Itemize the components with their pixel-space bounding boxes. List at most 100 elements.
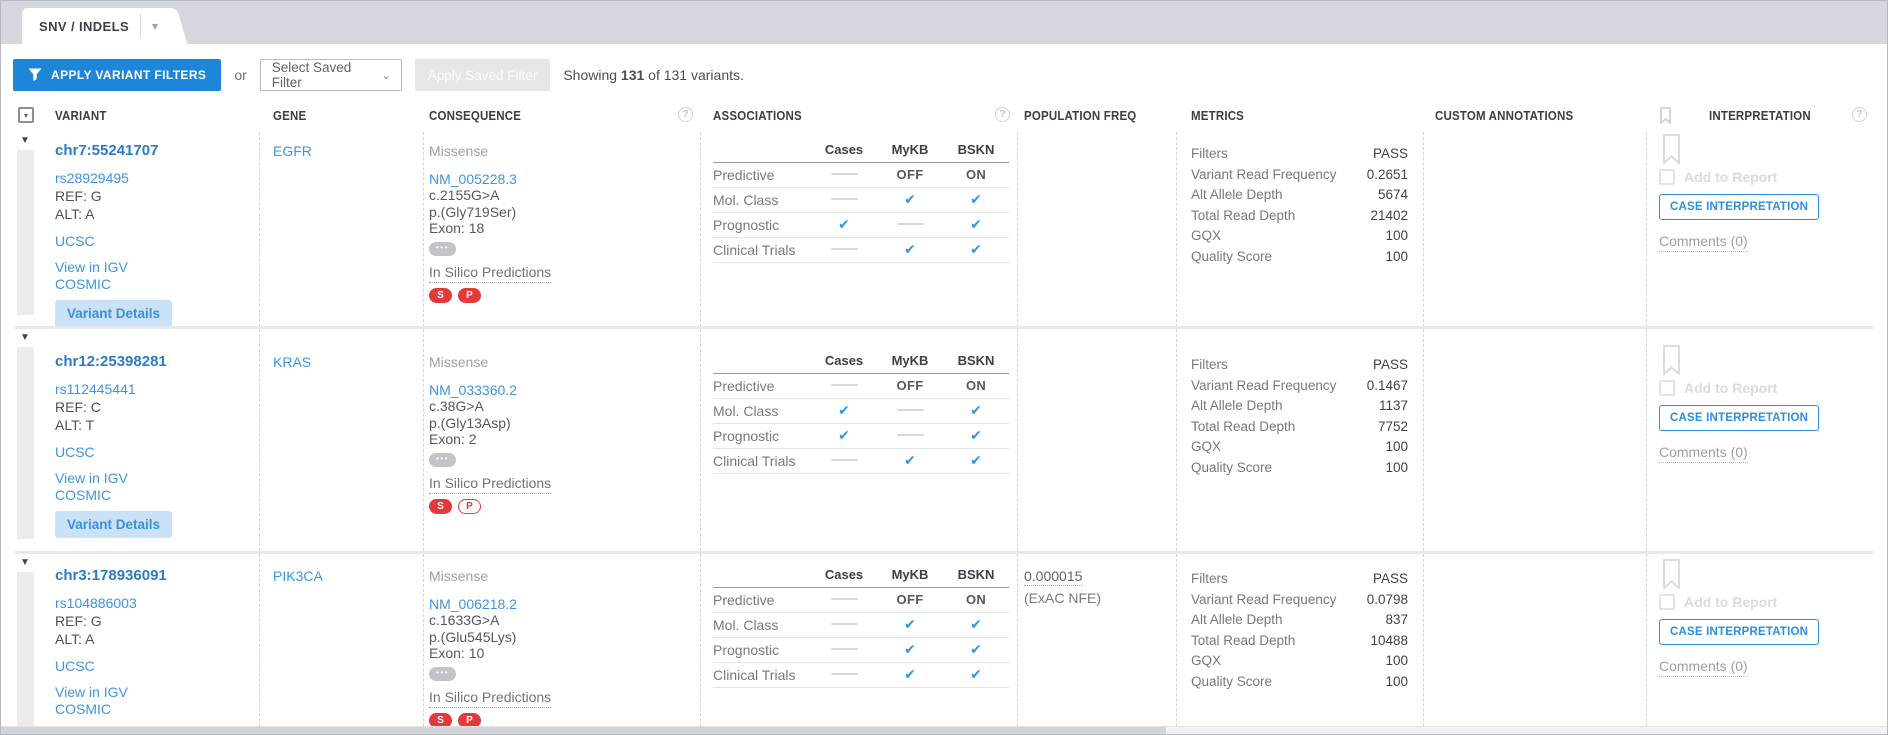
horizontal-scrollbar[interactable] [1, 726, 1887, 734]
comments-link[interactable]: Comments (0) [1659, 233, 1748, 252]
bookmark-icon[interactable] [1661, 134, 1682, 164]
select-all-checkbox[interactable]: ▾ [18, 107, 34, 123]
interpretation-help-icon[interactable]: ? [1852, 107, 1867, 122]
view-in-igv-link[interactable]: View in IGV [55, 259, 259, 276]
tab-bar: SNV / INDELS ▾ [1, 1, 1887, 44]
add-to-report-checkbox[interactable] [1659, 594, 1675, 610]
more-transcripts-icon[interactable]: ••• [429, 242, 456, 256]
more-transcripts-icon[interactable]: ••• [429, 453, 456, 467]
assoc-mark [831, 648, 858, 650]
polyphen-badge[interactable]: P [458, 499, 481, 514]
gene-cell: EGFR [260, 132, 424, 326]
more-transcripts-icon[interactable]: ••• [429, 667, 456, 681]
row-selection-strip[interactable] [17, 347, 34, 539]
metrics-cell: FiltersPASS Variant Read Frequency0.2651… [1177, 132, 1424, 326]
protein-change: p.(Gly719Ser) [429, 204, 700, 220]
column-header-variant[interactable]: VARIANT [51, 107, 260, 132]
variant-rsid-link[interactable]: rs112445441 [55, 381, 259, 398]
row-expander-icon[interactable]: ▼ [20, 558, 30, 568]
metric-label: Total Read Depth [1191, 631, 1295, 652]
apply-variant-filters-button[interactable]: APPLY VARIANT FILTERS [13, 59, 221, 91]
assoc-mark: ✔ [970, 616, 982, 632]
consequence-cell: Missense NM_033360.2 c.38G>A p.(Gly13Asp… [424, 329, 701, 551]
interpretation-cell: Add to Report CASE INTERPRETATION Commen… [1647, 329, 1873, 551]
add-to-report-label: Add to Report [1684, 169, 1777, 185]
row-expander-icon[interactable]: ▼ [20, 136, 30, 146]
comments-link[interactable]: Comments (0) [1659, 658, 1748, 677]
assoc-mark: ✔ [838, 216, 850, 232]
variant-rsid-link[interactable]: rs28929495 [55, 170, 259, 187]
metric-value: 0.1467 [1367, 376, 1408, 397]
select-all-caret-icon: ▾ [24, 111, 28, 120]
horizontal-scrollbar-thumb[interactable] [1, 727, 1166, 734]
ucsc-link[interactable]: UCSC [55, 233, 259, 250]
variant-position-link[interactable]: chr3:178936091 [55, 567, 259, 585]
row-selection-strip[interactable] [17, 572, 34, 728]
row-selection-strip[interactable] [17, 150, 34, 315]
metric-label: GQX [1191, 651, 1221, 672]
column-header-associations[interactable]: ASSOCIATIONS? [701, 107, 1018, 132]
column-header-metrics[interactable]: METRICS [1177, 107, 1424, 132]
assoc-mark: ✔ [970, 427, 982, 443]
column-header-gene[interactable]: GENE [260, 107, 424, 132]
gene-link[interactable]: KRAS [273, 354, 311, 370]
gene-link[interactable]: EGFR [273, 143, 312, 159]
variant-details-button[interactable]: Variant Details [55, 300, 172, 327]
metric-label: Total Read Depth [1191, 417, 1295, 438]
gene-link[interactable]: PIK3CA [273, 568, 323, 584]
bookmark-icon[interactable] [1661, 345, 1682, 375]
saved-filter-select[interactable]: Select Saved Filter ⌄ [260, 59, 402, 91]
polyphen-badge[interactable]: P [458, 288, 481, 303]
transcript-link[interactable]: NM_033360.2 [429, 382, 700, 398]
column-header-interpretation[interactable]: INTERPRETATION ? [1647, 107, 1875, 132]
sift-badge[interactable]: S [429, 288, 452, 303]
consequence-help-icon[interactable]: ? [678, 107, 693, 122]
assoc-mark [897, 223, 924, 225]
in-silico-predictions-link[interactable]: In Silico Predictions [429, 689, 551, 708]
metric-value: 7752 [1378, 417, 1408, 438]
population-freq-link[interactable]: 0.000015 [1024, 569, 1082, 586]
metric-label: GQX [1191, 437, 1221, 458]
case-interpretation-button[interactable]: CASE INTERPRETATION [1659, 194, 1819, 220]
protein-change: p.(Glu545Lys) [429, 629, 700, 645]
variant-rsid-link[interactable]: rs104886003 [55, 595, 259, 612]
comments-link[interactable]: Comments (0) [1659, 444, 1748, 463]
column-header-population-freq[interactable]: POPULATION FREQ [1018, 107, 1177, 132]
assoc-header-cases: Cases [811, 138, 877, 162]
apply-saved-filter-button[interactable]: Apply Saved Filter [415, 59, 551, 91]
row-gutter: ▼ [15, 329, 51, 551]
sift-badge[interactable]: S [429, 499, 452, 514]
transcript-link[interactable]: NM_005228.3 [429, 171, 700, 187]
in-silico-predictions-link[interactable]: In Silico Predictions [429, 475, 551, 494]
transcript-link[interactable]: NM_006218.2 [429, 596, 700, 612]
cosmic-link[interactable]: COSMIC [55, 701, 259, 718]
tab-snv-indels[interactable]: SNV / INDELS ▾ [22, 8, 170, 44]
add-to-report-checkbox[interactable] [1659, 380, 1675, 396]
view-in-igv-link[interactable]: View in IGV [55, 684, 259, 701]
add-to-report-checkbox[interactable] [1659, 169, 1675, 185]
assoc-mark: ✔ [904, 452, 916, 468]
associations-table: Cases MyKB BSKN Predictive OFF ON Mol. C… [713, 138, 1009, 263]
ucsc-link[interactable]: UCSC [55, 444, 259, 461]
metric-value: PASS [1373, 144, 1408, 165]
case-interpretation-button[interactable]: CASE INTERPRETATION [1659, 405, 1819, 431]
tab-caret-down-icon[interactable]: ▾ [152, 19, 168, 33]
variant-position-link[interactable]: chr12:25398281 [55, 353, 259, 371]
view-in-igv-link[interactable]: View in IGV [55, 470, 259, 487]
column-header-consequence[interactable]: CONSEQUENCE? [424, 107, 701, 132]
variant-details-button[interactable]: Variant Details [55, 511, 172, 538]
assoc-header-cases: Cases [811, 349, 877, 373]
assoc-row-mol-class: Mol. Class ✔ ✔ [713, 398, 1009, 423]
row-expander-icon[interactable]: ▼ [20, 333, 30, 343]
associations-help-icon[interactable]: ? [995, 107, 1010, 122]
ucsc-link[interactable]: UCSC [55, 658, 259, 675]
in-silico-predictions-link[interactable]: In Silico Predictions [429, 264, 551, 283]
cosmic-link[interactable]: COSMIC [55, 276, 259, 293]
variant-position-link[interactable]: chr7:55241707 [55, 142, 259, 160]
bookmark-icon[interactable] [1661, 559, 1682, 589]
assoc-mark: ON [966, 378, 986, 393]
table-header-row: ▾ VARIANT GENE CONSEQUENCE? ASSOCIATIONS… [15, 107, 1873, 132]
cosmic-link[interactable]: COSMIC [55, 487, 259, 504]
column-header-custom-annotations[interactable]: CUSTOM ANNOTATIONS [1424, 107, 1647, 132]
case-interpretation-button[interactable]: CASE INTERPRETATION [1659, 619, 1819, 645]
